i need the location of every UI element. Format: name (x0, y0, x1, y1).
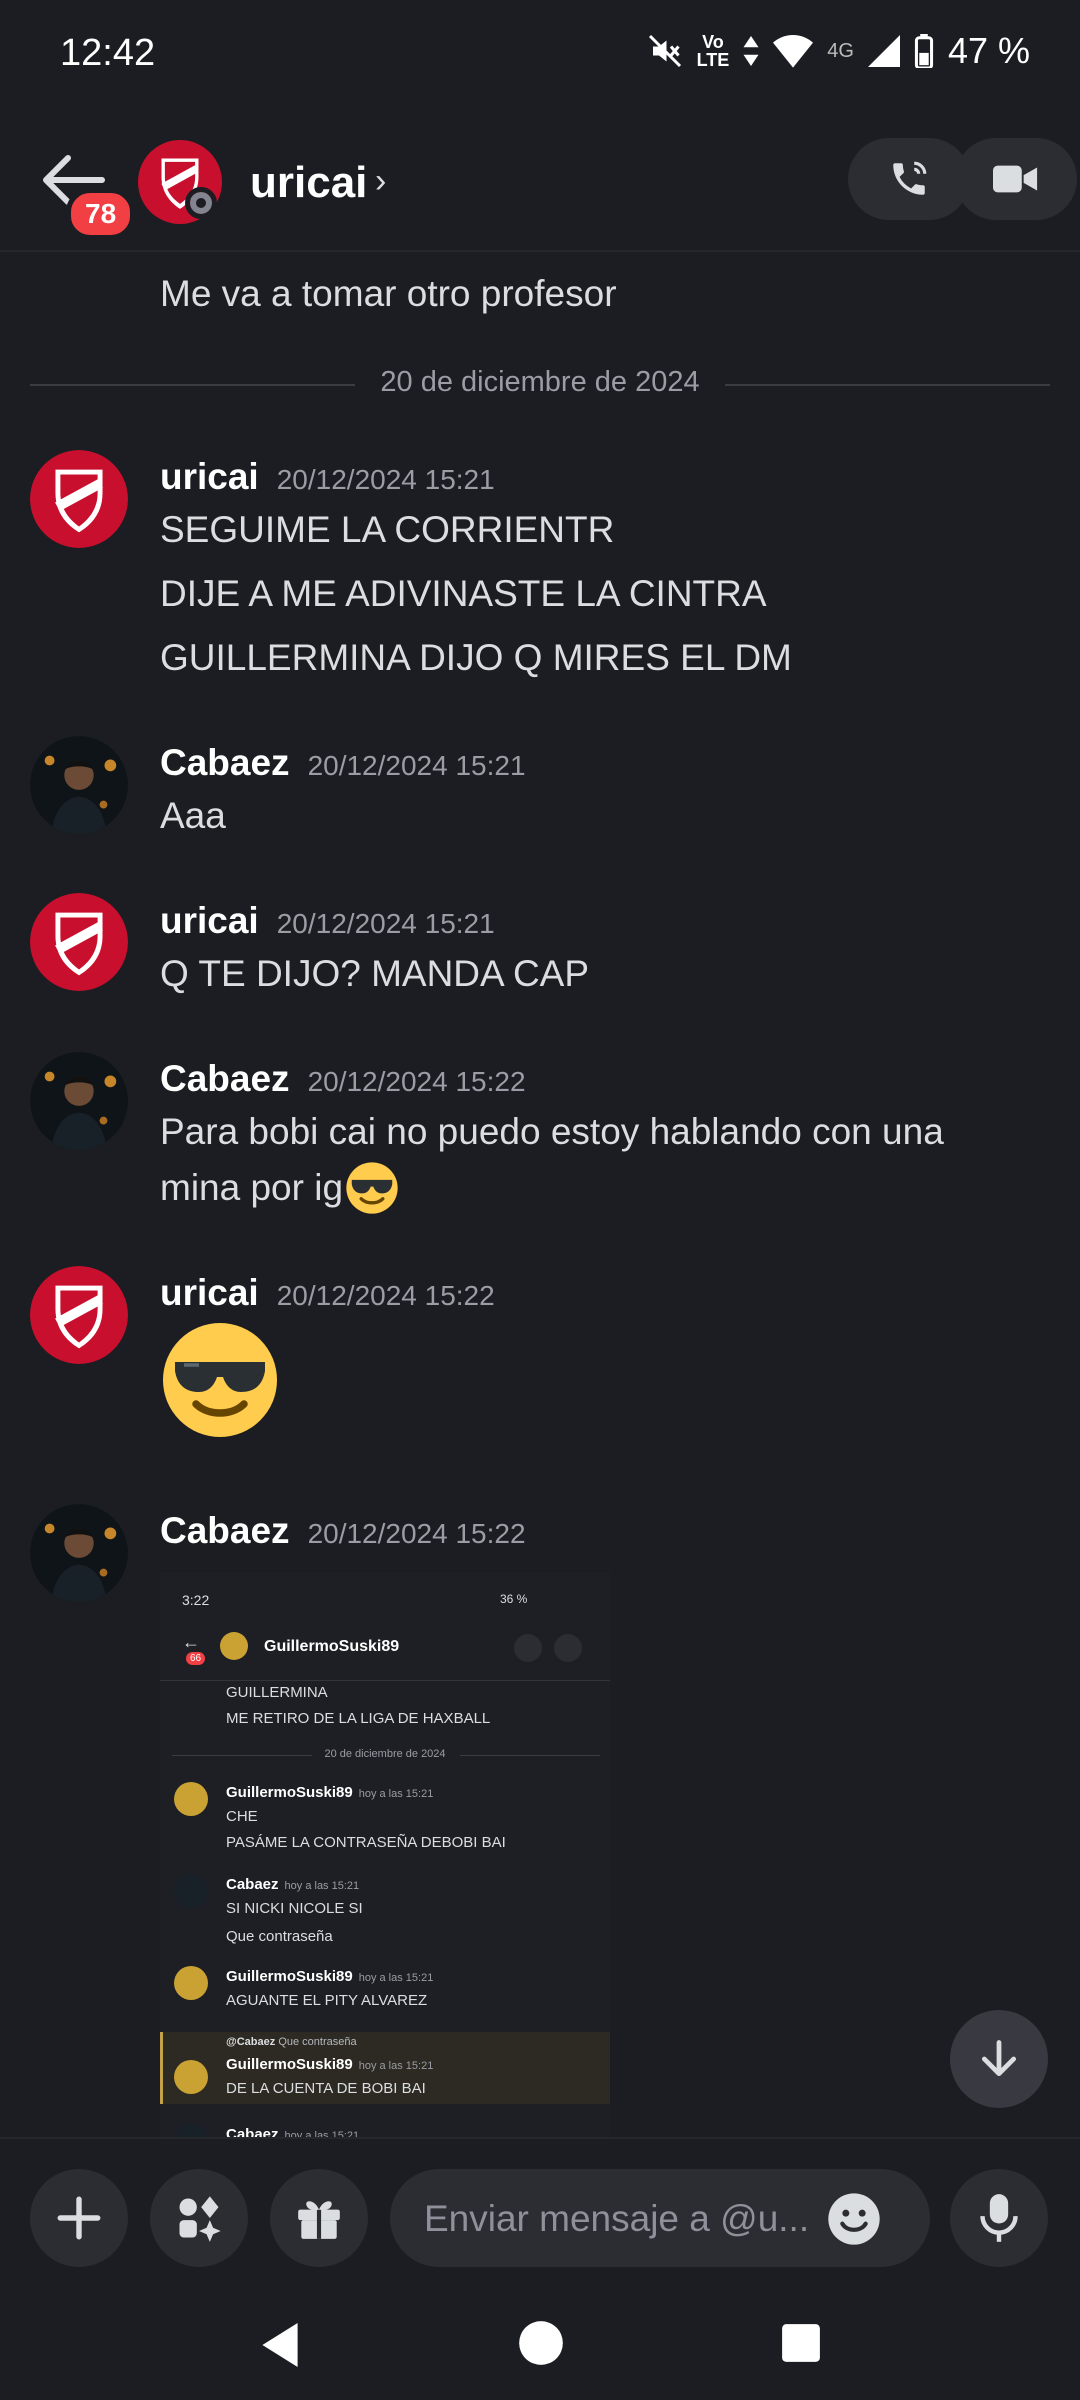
video-camera-icon (993, 165, 1038, 193)
message-author[interactable]: uricai 20/12/2024 15:22 (160, 1272, 495, 1314)
attachment-text: Que contraseña (226, 1928, 333, 1945)
attachment-time: 3:22 (182, 1592, 210, 1608)
nav-home-icon[interactable] (518, 2320, 564, 2366)
data-arrows-icon (743, 36, 759, 66)
message-text: GUILLERMINA DIJO Q MIRES EL DM (160, 637, 792, 678)
message-timestamp: 20/12/2024 15:21 (276, 908, 495, 939)
gift-icon (298, 2201, 340, 2239)
message-author[interactable]: Cabaez 20/12/2024 15:22 (160, 1510, 526, 1552)
voice-call-button[interactable] (848, 138, 970, 220)
avatar (174, 1782, 208, 1816)
message-timestamp: 20/12/2024 15:22 (307, 1066, 526, 1097)
video-camera-icon (554, 1634, 582, 1662)
avatar (220, 1632, 248, 1660)
attachment-title: GuillermoSuski89 (264, 1638, 400, 1655)
attachment-text: AGUANTE EL PITY ALVAREZ (226, 1992, 428, 2009)
message-text: Aaa (160, 795, 226, 836)
avatar (174, 2060, 208, 2094)
message-text: Para bobi cai no puedo estoy hablando co… (160, 1111, 944, 1152)
battery-icon (914, 34, 934, 68)
avatar[interactable] (138, 140, 222, 224)
attachment-text: CHE (226, 1808, 258, 1825)
attachment-battery: 36 % (500, 1592, 528, 1606)
message-timestamp: 20/12/2024 15:22 (276, 1280, 495, 1311)
chevron-right-icon[interactable]: › (375, 162, 386, 201)
avatar (174, 1874, 208, 1908)
message-author[interactable]: Cabaez 20/12/2024 15:21 (160, 742, 526, 784)
back-arrow-icon: ← (182, 1632, 200, 1652)
avatar[interactable] (30, 893, 128, 991)
avatar[interactable] (30, 1504, 128, 1602)
attachment-text: GUILLERMINA (226, 1684, 328, 1701)
avatar[interactable] (30, 450, 128, 548)
status-time: 12:42 (60, 32, 156, 74)
status-bar: 12:42 Vo LTE 4G 47 % (0, 0, 1080, 110)
microphone-icon (980, 2194, 1018, 2242)
message-text: Q TE DIJO? MANDA CAP (160, 953, 590, 994)
image-attachment[interactable]: 3:22 36 % ← 66 GuillermoSuski89 GUILLERM… (160, 1572, 610, 2138)
jump-to-bottom-button[interactable] (950, 2010, 1048, 2108)
message-author[interactable]: Cabaez 20/12/2024 15:22 (160, 1058, 526, 1100)
message-timestamp: 20/12/2024 15:21 (307, 750, 526, 781)
message-author[interactable]: uricai 20/12/2024 15:21 (160, 456, 495, 498)
phone-icon (514, 1634, 542, 1662)
volte-indicator: Vo LTE (696, 32, 730, 70)
message-author[interactable]: uricai 20/12/2024 15:21 (160, 900, 495, 942)
avatar[interactable] (30, 1266, 128, 1364)
unread-badge: 66 (186, 1652, 206, 1665)
avatar (174, 2124, 208, 2138)
sunglasses-emoji-icon (346, 1162, 398, 1214)
add-attachment-button[interactable] (30, 2169, 128, 2267)
date-divider: 20 de diciembre de 2024 (30, 362, 1050, 402)
message-input[interactable] (422, 2169, 826, 2269)
sunglasses-emoji-icon (163, 1323, 277, 1437)
battery-percent: 47 % (947, 30, 1030, 71)
network-type: 4G (827, 40, 854, 62)
avatar (174, 1966, 208, 2000)
gift-button[interactable] (270, 2169, 368, 2267)
nav-back-icon[interactable] (258, 2320, 302, 2370)
message-text: SEGUIME LA CORRIENTR (160, 509, 615, 550)
wifi-icon (773, 35, 814, 68)
chat-title[interactable]: uricai (250, 158, 367, 208)
message-composer (0, 2137, 1080, 2279)
voice-message-button[interactable] (950, 2169, 1048, 2267)
attachment-text: SI NICKI NICOLE SI (226, 1900, 363, 1917)
arrow-down-icon (981, 2040, 1017, 2077)
emoji-icon[interactable] (826, 2191, 882, 2247)
attachment-text: PASÁME LA CONTRASEÑA DEBOBI BAI (226, 1834, 506, 1851)
message-timestamp: 20/12/2024 15:22 (307, 1518, 526, 1549)
nav-recents-icon[interactable] (780, 2322, 822, 2364)
message-timestamp: 20/12/2024 15:21 (276, 464, 495, 495)
signal-icon (867, 35, 900, 67)
avatar[interactable] (30, 736, 128, 834)
android-nav-bar (0, 2290, 1080, 2400)
apps-button[interactable] (150, 2169, 248, 2267)
avatar[interactable] (30, 1052, 128, 1150)
video-call-button[interactable] (955, 138, 1077, 220)
message-text: DIJE A ME ADIVINASTE LA CINTRA (160, 573, 767, 614)
phone-icon (893, 161, 927, 195)
offline-status-dot (185, 187, 217, 219)
attachment-text: ME RETIRO DE LA LIGA DE HAXBALL (226, 1710, 491, 1727)
plus-icon (57, 2196, 101, 2240)
attachment-date-divider: 20 de diciembre de 2024 (324, 1748, 446, 1760)
message-input-container[interactable] (390, 2169, 930, 2269)
message-text: mina por ig (160, 1160, 399, 1216)
date-divider-label: 20 de diciembre de 2024 (380, 366, 700, 398)
message-text: Me va a tomar otro profesor (160, 273, 617, 314)
attachment-text: DE LA CUENTA DE BOBI BAI (226, 2080, 426, 2097)
status-icons: Vo LTE 4G 47 % (647, 30, 1030, 72)
mute-icon (648, 34, 681, 68)
unread-badge: 78 (66, 188, 136, 240)
apps-icon (179, 2196, 221, 2242)
chat-header: 78 uricai › (0, 110, 1080, 252)
